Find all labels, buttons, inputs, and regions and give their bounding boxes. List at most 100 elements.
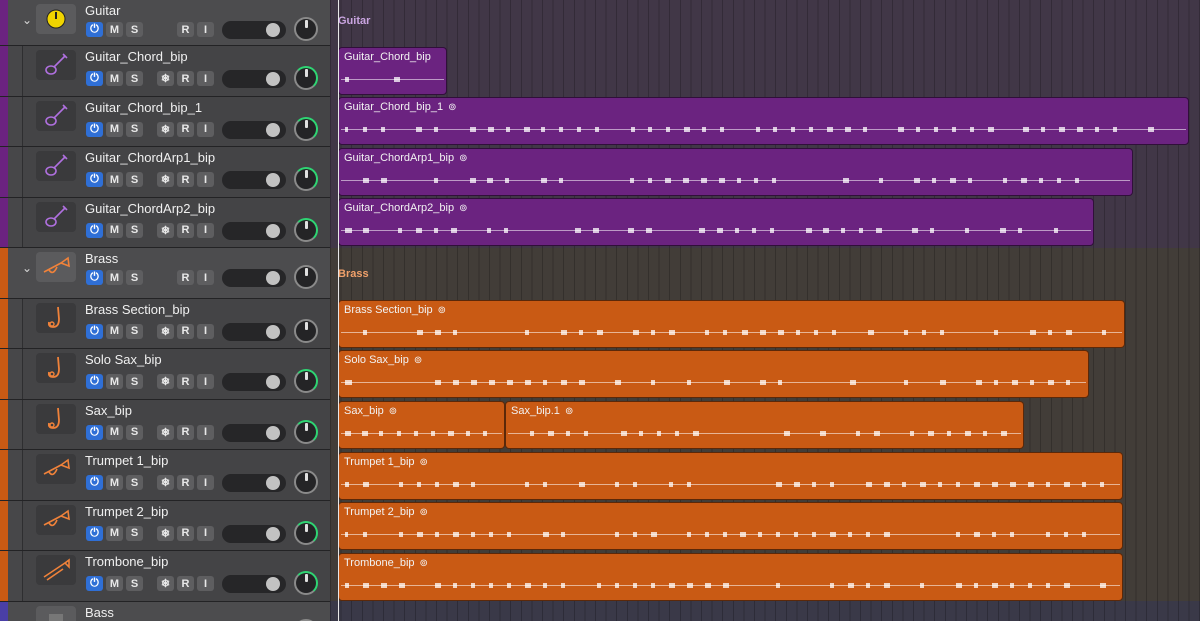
input-monitor-button[interactable]: I (197, 323, 214, 339)
track-name[interactable]: Brass Section_bip (85, 302, 190, 317)
saxophone-icon[interactable] (36, 353, 76, 383)
record-enable-button[interactable]: R (177, 525, 194, 541)
track-name[interactable]: Guitar_ChordArp1_bip (85, 150, 215, 165)
track-name[interactable]: Brass (85, 251, 118, 266)
solo-button[interactable]: S (126, 222, 143, 238)
mute-button[interactable]: M (106, 576, 123, 591)
volume-slider-thumb[interactable] (266, 271, 280, 285)
record-enable-button[interactable]: R (177, 323, 194, 339)
volume-slider[interactable] (222, 524, 286, 543)
chevron-down-icon[interactable]: ⌄ (22, 13, 32, 27)
track-name[interactable]: Bass (85, 605, 114, 620)
track-header[interactable]: Guitar_ChordArp1_bip ⏻ M S ❄ R I (0, 147, 330, 198)
volume-slider[interactable] (222, 221, 286, 240)
volume-slider-thumb[interactable] (266, 23, 280, 37)
guitar-icon[interactable] (36, 151, 76, 181)
volume-slider[interactable] (222, 474, 286, 492)
track-on-button[interactable]: ⏻ (86, 576, 103, 591)
audio-region[interactable]: Guitar_Chord_bip_1 ⊚ (338, 97, 1189, 145)
track-header[interactable]: Guitar_Chord_bip_1 ⏻ M S ❄ R I (0, 96, 330, 147)
pan-knob[interactable] (294, 217, 318, 242)
track-on-button[interactable]: ⏻ (86, 270, 103, 285)
track-name[interactable]: Trumpet 1_bip (85, 453, 168, 468)
record-enable-button[interactable]: R (177, 270, 194, 285)
freeze-button[interactable]: ❄ (157, 424, 174, 440)
input-monitor-button[interactable]: I (197, 475, 214, 490)
track-header[interactable]: Solo Sax_bip ⏻ M S ❄ R I (0, 349, 330, 400)
tuner-icon[interactable] (36, 4, 76, 34)
track-on-button[interactable]: ⏻ (86, 475, 103, 490)
audio-region[interactable]: Sax_bip ⊚ (338, 401, 505, 449)
volume-slider[interactable] (222, 423, 286, 442)
record-enable-button[interactable]: R (177, 22, 194, 37)
audio-region[interactable]: Sax_bip.1 ⊚ (505, 401, 1024, 449)
audio-region[interactable]: Brass Section_bip ⊚ (338, 300, 1125, 348)
input-monitor-button[interactable]: I (197, 222, 214, 238)
freeze-button[interactable]: ❄ (157, 576, 174, 591)
pan-knob[interactable] (294, 167, 318, 191)
input-monitor-button[interactable]: I (197, 71, 214, 86)
solo-button[interactable]: S (126, 475, 143, 490)
solo-button[interactable]: S (126, 270, 143, 285)
track-header[interactable]: ⌄Bass ⏻ M S R I (0, 601, 330, 621)
track-header[interactable]: Sax_bip ⏻ M S ❄ R I (0, 399, 330, 450)
chevron-down-icon[interactable]: ⌄ (22, 261, 32, 275)
audio-region[interactable]: Trumpet 2_bip ⊚ (338, 502, 1123, 550)
volume-slider-thumb[interactable] (266, 577, 280, 591)
solo-button[interactable]: S (126, 22, 143, 37)
input-monitor-button[interactable]: I (197, 525, 214, 541)
solo-button[interactable]: S (126, 172, 143, 187)
track-header[interactable]: ⌄ Brass ⏻ M S R I (0, 248, 330, 299)
volume-slider[interactable] (222, 120, 286, 139)
record-enable-button[interactable]: R (177, 576, 194, 591)
solo-button[interactable]: S (126, 121, 143, 137)
volume-slider[interactable] (222, 373, 286, 391)
volume-slider-thumb[interactable] (266, 526, 280, 541)
volume-slider[interactable] (222, 171, 286, 189)
volume-slider-thumb[interactable] (266, 425, 280, 440)
playhead[interactable] (338, 0, 339, 621)
freeze-button[interactable]: ❄ (157, 71, 174, 86)
track-header[interactable]: Trombone_bip ⏻ M S ❄ R I (0, 551, 330, 602)
mute-button[interactable]: M (106, 323, 123, 339)
mute-button[interactable]: M (106, 424, 123, 440)
freeze-button[interactable]: ❄ (157, 172, 174, 187)
track-on-button[interactable]: ⏻ (86, 525, 103, 541)
solo-button[interactable]: S (126, 525, 143, 541)
mute-button[interactable]: M (106, 525, 123, 541)
track-on-button[interactable]: ⏻ (86, 424, 103, 440)
track-on-button[interactable]: ⏻ (86, 121, 103, 137)
audio-region[interactable]: Trumpet 1_bip ⊚ (338, 452, 1123, 500)
audio-region[interactable]: Solo Sax_bip ⊚ (338, 350, 1089, 398)
solo-button[interactable]: S (126, 71, 143, 86)
volume-slider-thumb[interactable] (266, 122, 280, 137)
track-name[interactable]: Guitar_Chord_bip (85, 49, 188, 64)
freeze-button[interactable]: ❄ (157, 525, 174, 541)
mute-button[interactable]: M (106, 121, 123, 137)
track-on-button[interactable]: ⏻ (86, 172, 103, 187)
track-header[interactable]: ⌄ Guitar ⏻ M S R I (0, 0, 330, 46)
trumpet-icon[interactable] (36, 252, 76, 282)
record-enable-button[interactable]: R (177, 374, 194, 389)
volume-slider-thumb[interactable] (266, 476, 280, 490)
track-name[interactable]: Guitar_ChordArp2_bip (85, 201, 215, 216)
mute-button[interactable]: M (106, 22, 123, 37)
input-monitor-button[interactable]: I (197, 22, 214, 37)
record-enable-button[interactable]: R (177, 121, 194, 137)
volume-slider-thumb[interactable] (266, 173, 280, 187)
trombone-icon[interactable] (36, 555, 76, 585)
input-monitor-button[interactable]: I (197, 374, 214, 389)
track-name[interactable]: Trombone_bip (85, 554, 168, 569)
track-header[interactable]: Guitar_Chord_bip ⏻ M S ❄ R I (0, 46, 330, 97)
track-name[interactable]: Solo Sax_bip (85, 352, 162, 367)
guitar-icon[interactable] (36, 50, 76, 80)
volume-slider-thumb[interactable] (266, 72, 280, 86)
record-enable-button[interactable]: R (177, 71, 194, 86)
guitar-icon[interactable] (36, 100, 76, 131)
track-header[interactable]: Guitar_ChordArp2_bip ⏻ M S ❄ R I (0, 197, 330, 248)
record-enable-button[interactable]: R (177, 222, 194, 238)
track-name[interactable]: Guitar_Chord_bip_1 (85, 100, 202, 115)
trumpet-icon[interactable] (36, 454, 76, 484)
pan-knob[interactable] (294, 66, 318, 90)
solo-button[interactable]: S (126, 576, 143, 591)
